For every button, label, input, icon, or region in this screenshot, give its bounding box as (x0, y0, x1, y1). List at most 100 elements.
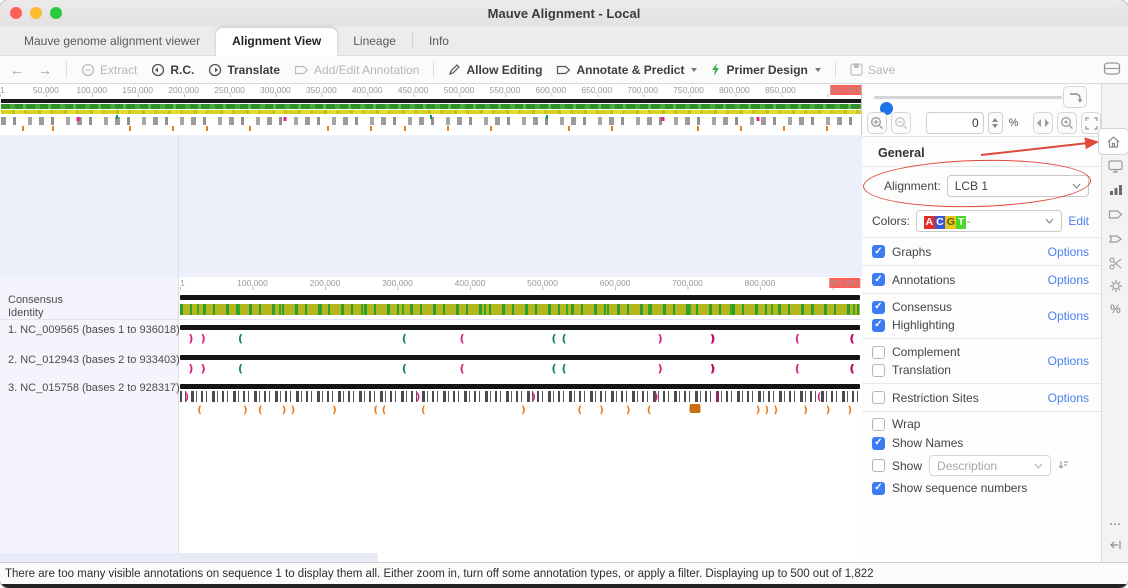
primer-design-button[interactable]: Primer Design (711, 63, 820, 77)
overview-slider[interactable] (874, 96, 1062, 99)
sequence-1-label: 1. NC_009565 (bases 1 to 936018) (8, 324, 180, 336)
alignment-canvas-background[interactable] (0, 135, 862, 277)
annotate-predict-panel-button[interactable] (1102, 233, 1128, 245)
annotations-options-link[interactable]: Options (1048, 273, 1089, 287)
translate-button[interactable]: Translate (208, 63, 280, 77)
annotate-predict-icon (1108, 233, 1123, 245)
overview-identity-green-bar[interactable] (1, 104, 861, 109)
chevron-down-icon (1072, 183, 1081, 189)
monitor-icon (1108, 160, 1123, 173)
overview-consensus-bar[interactable] (1, 99, 861, 103)
alignment-select-value: LCB 1 (955, 179, 988, 193)
annotate-predict-icon (556, 64, 571, 76)
translation-checkbox[interactable] (872, 364, 885, 377)
show-sequence-numbers-checkbox[interactable] (872, 482, 885, 495)
graphs-panel-button[interactable] (1102, 184, 1128, 196)
percent-label: % (1009, 117, 1019, 129)
show-names-checkbox[interactable] (872, 437, 885, 450)
overview-annotation-ticks (1, 115, 861, 133)
scissors-icon (1109, 257, 1123, 270)
colors-select[interactable]: ACGT- (916, 210, 1062, 232)
title-bar: Mauve Alignment - Local (0, 0, 1128, 27)
more-options-button[interactable]: ... (1102, 516, 1128, 528)
graphs-checkbox[interactable] (872, 245, 885, 258)
overview-ruler: 150,000100,000150,000200,000250,000300,0… (0, 84, 861, 96)
tab-lineage[interactable]: Lineage (337, 28, 412, 55)
wrap-label: Wrap (892, 417, 920, 431)
extract-panel-button[interactable] (1102, 257, 1128, 270)
extract-button[interactable]: Extract (81, 63, 137, 77)
gear-icon (1109, 279, 1123, 293)
description-select[interactable]: Description (929, 455, 1051, 476)
reverse-complement-button[interactable]: R.C. (151, 63, 194, 77)
sort-descriptions-icon[interactable] (1058, 460, 1069, 471)
annotate-predict-button[interactable]: Annotate & Predict (556, 63, 697, 77)
forward-button[interactable]: → (38, 62, 52, 78)
consensus-track[interactable] (180, 295, 860, 300)
jump-to-position-button[interactable] (1063, 86, 1087, 108)
toolbar: ← → Extract R.C. Translate Add/Edit Anno… (0, 56, 1128, 84)
identity-label: Identity (8, 307, 43, 319)
zoom-window-button[interactable] (50, 7, 62, 19)
add-edit-annotation-button[interactable]: Add/Edit Annotation (294, 63, 419, 77)
alignment-select[interactable]: LCB 1 (947, 175, 1089, 197)
chevron-down-icon (815, 68, 821, 72)
highlighting-checkbox[interactable] (872, 319, 885, 332)
complement-checkbox[interactable] (872, 346, 885, 359)
chevron-down-icon (1045, 218, 1054, 224)
reverse-complement-icon (151, 63, 165, 77)
back-button[interactable]: ← (10, 62, 24, 78)
restriction-sites-checkbox[interactable] (872, 391, 885, 404)
fit-to-width-button[interactable] (1033, 112, 1053, 134)
show-description-checkbox[interactable] (872, 459, 885, 472)
annotations-checkbox[interactable] (872, 273, 885, 286)
allow-editing-button[interactable]: Allow Editing (448, 63, 542, 77)
wrap-checkbox[interactable] (872, 418, 885, 431)
consensus-label: Consensus (8, 294, 63, 306)
consensus-checkbox[interactable] (872, 301, 885, 314)
sequence-2-track[interactable] (180, 355, 860, 360)
minimize-window-button[interactable] (30, 7, 42, 19)
translation-options-link[interactable]: Options (1048, 354, 1089, 368)
tab-alignment-view[interactable]: Alignment View (216, 28, 337, 56)
sequence-3-orange-annotations: ()()))((()())()))))) (180, 404, 860, 418)
acgt-color-swatches: ACGT- (924, 214, 971, 229)
zoom-to-selection-button[interactable] (1057, 112, 1077, 134)
save-icon (850, 63, 863, 76)
description-select-value: Description (937, 459, 997, 473)
tab-info[interactable]: Info (413, 28, 465, 55)
sequence-2-annotations: ))((((())(( (180, 362, 860, 376)
overview-identity-yellow-bar[interactable] (1, 110, 861, 114)
zoom-out-button[interactable] (891, 112, 911, 134)
status-bar: There are too many visible annotations o… (0, 562, 1128, 584)
advanced-settings-button[interactable] (1102, 279, 1128, 293)
panel-drawer-icon[interactable] (1103, 61, 1121, 76)
annotations-panel-button[interactable] (1102, 209, 1128, 220)
horizontal-scrollbar[interactable] (0, 553, 378, 562)
show-label: Show (892, 459, 922, 473)
panel-title: General (862, 136, 1101, 166)
general-view-button[interactable] (1098, 128, 1128, 155)
identity-panel-button[interactable]: % (1102, 302, 1128, 316)
sequence-1-track[interactable] (180, 325, 860, 330)
zoom-percent-input[interactable] (926, 112, 984, 134)
identity-track[interactable] (180, 304, 860, 315)
window-title: Mauve Alignment - Local (488, 6, 641, 21)
zoom-stepper[interactable] (988, 112, 1003, 134)
close-window-button[interactable] (10, 7, 22, 19)
tab-mauve-genome-alignment-viewer[interactable]: Mauve genome alignment viewer (8, 28, 216, 55)
chevron-down-icon (1034, 463, 1043, 469)
edit-colors-link[interactable]: Edit (1068, 214, 1089, 228)
show-sequence-numbers-label: Show sequence numbers (892, 481, 1027, 495)
genome-overview[interactable]: 150,000100,000150,000200,000250,000300,0… (0, 84, 862, 135)
translate-icon (208, 63, 222, 77)
consensus-options-link[interactable]: Options (1048, 309, 1089, 323)
save-button[interactable]: Save (850, 63, 895, 77)
zoom-in-button[interactable] (867, 112, 887, 134)
colors-label: Colors: (872, 214, 910, 228)
sequence-3-track[interactable] (180, 384, 860, 389)
graphs-options-link[interactable]: Options (1048, 245, 1089, 259)
collapse-panel-button[interactable] (1102, 540, 1128, 550)
restriction-sites-options-link[interactable]: Options (1048, 391, 1089, 405)
display-settings-button[interactable] (1102, 160, 1128, 173)
